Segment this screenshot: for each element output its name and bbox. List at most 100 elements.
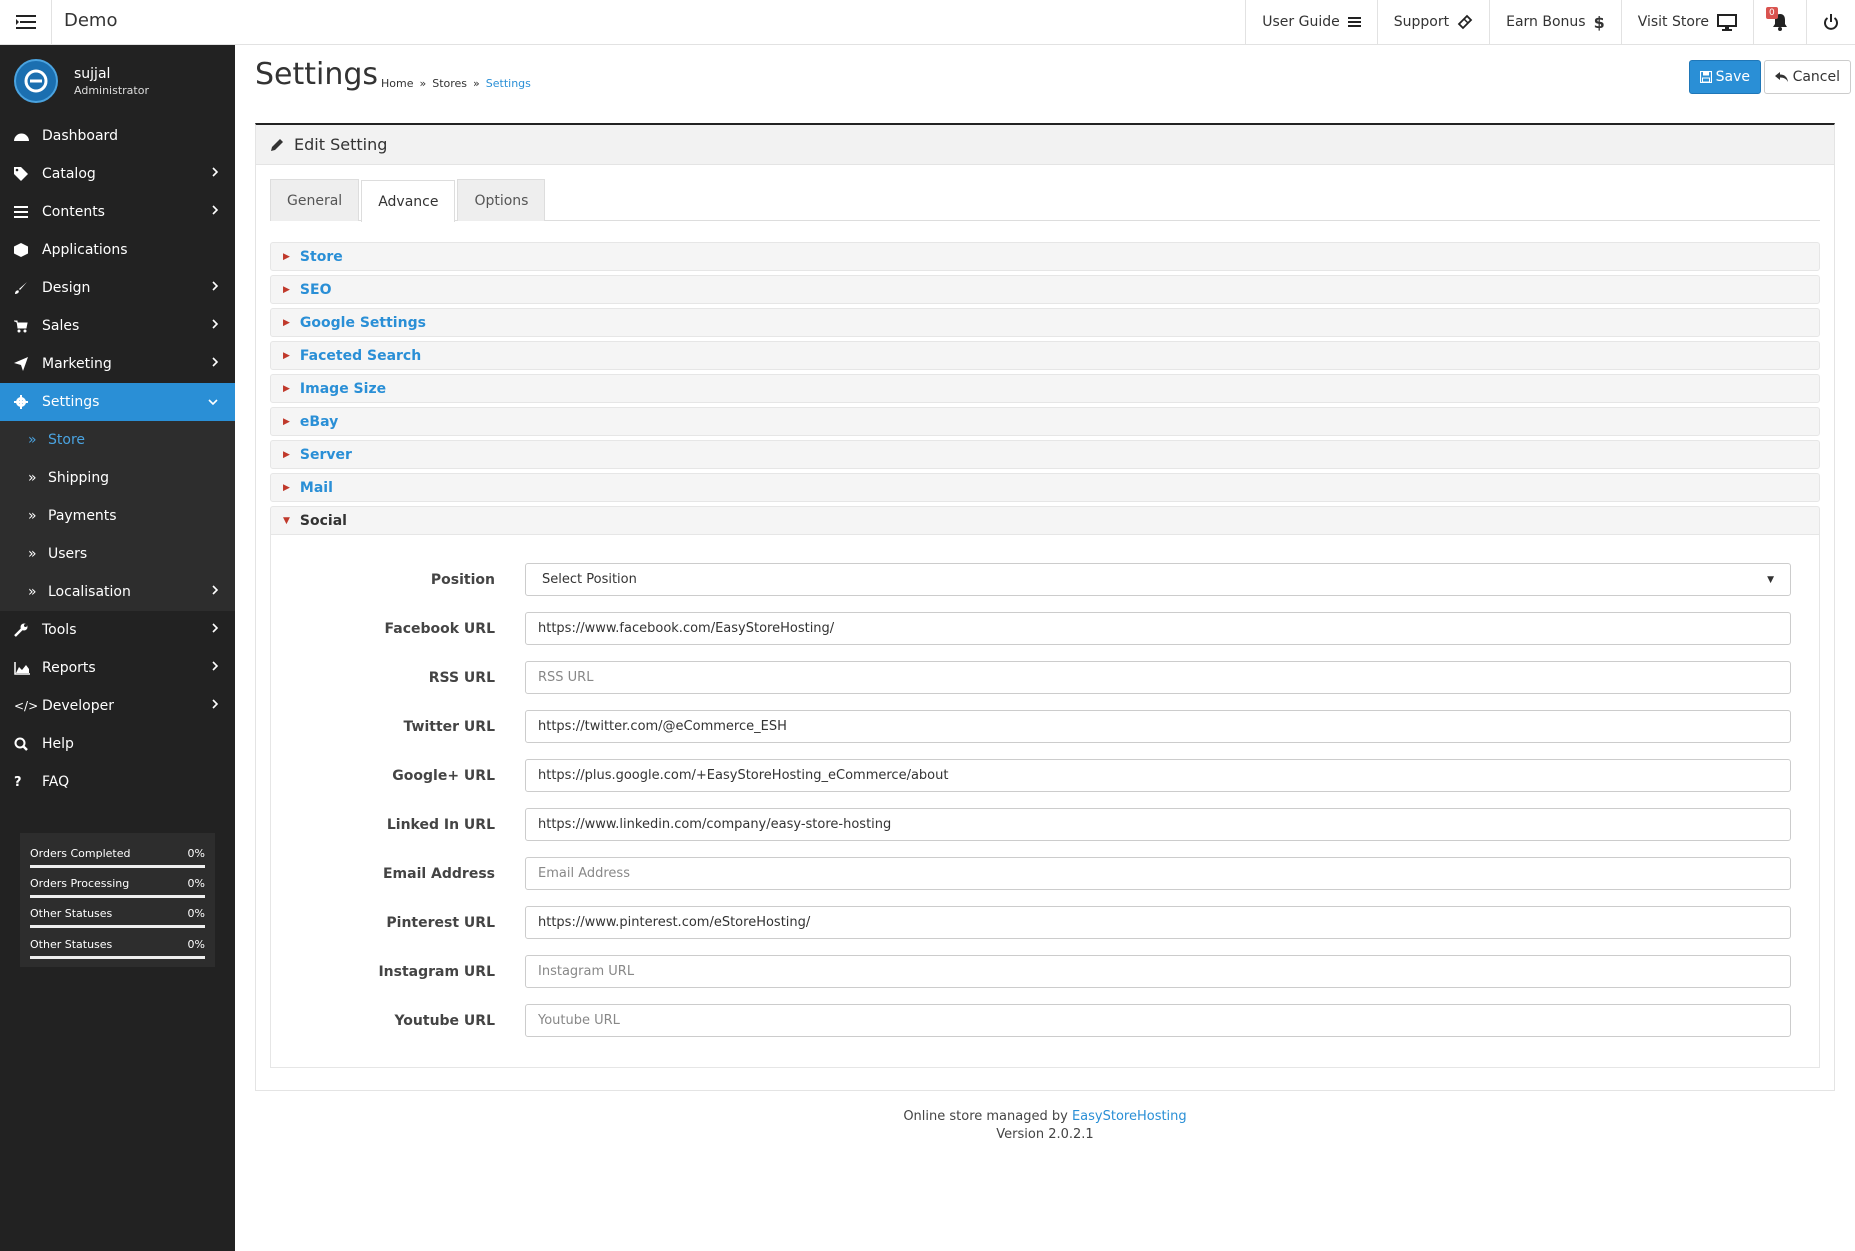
sidebar-subitem-shipping[interactable]: » Shipping — [0, 459, 235, 497]
rss-url-label: RSS URL — [428, 669, 495, 686]
visit-store-label: Visit Store — [1637, 14, 1709, 30]
caret-right-icon: ▶ — [283, 317, 290, 328]
pinterest-url-input[interactable] — [525, 906, 1791, 939]
app-title: Demo — [64, 10, 118, 31]
settings-submenu: » Store » Shipping » Payments » Users » … — [0, 421, 235, 611]
facebook-url-input[interactable] — [525, 612, 1791, 645]
sidebar-item-design[interactable]: Design — [0, 269, 235, 307]
sidebar-item-tools[interactable]: Tools — [0, 611, 235, 649]
page-header: Settings Home » Stores » Settings Save C… — [235, 45, 1855, 123]
user-guide-link[interactable]: User Guide — [1245, 0, 1376, 44]
stat-label: Orders Completed — [30, 847, 131, 860]
sidebar-subitem-payments[interactable]: » Payments — [0, 497, 235, 535]
sidebar-subitem-store[interactable]: » Store — [0, 421, 235, 459]
stat-orders-processing: Orders Processing 0% — [30, 871, 205, 898]
accordion-store[interactable]: ▶ Store — [270, 242, 1820, 271]
stat-value: 0% — [187, 877, 205, 890]
breadcrumb-settings[interactable]: Settings — [486, 77, 531, 90]
stat-label: Other Statuses — [30, 907, 113, 920]
sidebar-item-faq[interactable]: ? FAQ — [0, 763, 235, 801]
breadcrumb-stores[interactable]: Stores — [432, 77, 467, 90]
rss-url-input[interactable] — [525, 661, 1791, 694]
sidebar-item-applications[interactable]: Applications — [0, 231, 235, 269]
stat-value: 0% — [187, 939, 205, 951]
pencil-icon — [271, 138, 283, 151]
sidebar-item-settings[interactable]: Settings — [0, 383, 235, 421]
footer-link[interactable]: EasyStoreHosting — [1072, 1109, 1187, 1124]
notifications-button[interactable]: 0 — [1753, 0, 1806, 44]
sidebar-item-label: Reports — [42, 660, 96, 676]
accordion-ebay[interactable]: ▶ eBay — [270, 407, 1820, 436]
logout-button[interactable] — [1806, 0, 1855, 44]
sidebar-item-developer[interactable]: </> Developer — [0, 687, 235, 725]
sidebar-subitem-users[interactable]: » Users — [0, 535, 235, 573]
caret-right-icon: ▶ — [283, 251, 290, 262]
twitter-url-input[interactable] — [525, 710, 1791, 743]
accordion-google-settings[interactable]: ▶ Google Settings — [270, 308, 1820, 337]
accordion-seo[interactable]: ▶ SEO — [270, 275, 1820, 304]
instagram-url-input[interactable] — [525, 955, 1791, 988]
linkedin-url-input[interactable] — [525, 808, 1791, 841]
double-chevron-icon: » — [28, 584, 37, 600]
form-row-google-plus: Google+ URL — [271, 759, 1791, 792]
sidebar-item-contents[interactable]: Contents — [0, 193, 235, 231]
send-icon — [14, 357, 42, 371]
reply-icon — [1774, 72, 1788, 82]
sidebar-item-help[interactable]: Help — [0, 725, 235, 763]
tab-options[interactable]: Options — [457, 179, 546, 221]
google-plus-url-input[interactable] — [525, 759, 1791, 792]
sidebar-item-label: Catalog — [42, 166, 96, 182]
breadcrumb-home[interactable]: Home — [381, 77, 413, 90]
user-guide-label: User Guide — [1262, 14, 1340, 30]
caret-right-icon: ▶ — [283, 350, 290, 361]
chevron-right-icon — [212, 167, 219, 177]
accordion-label: Faceted Search — [299, 347, 422, 364]
cancel-button[interactable]: Cancel — [1763, 60, 1851, 94]
google-plus-url-label: Google+ URL — [392, 767, 495, 784]
wrench-icon — [14, 623, 42, 637]
twitter-url-label: Twitter URL — [403, 718, 495, 735]
social-settings-form: Position Select Position ▼ Facebook URL … — [270, 535, 1820, 1068]
sidebar-subitem-label: Shipping — [48, 470, 110, 486]
sidebar-item-marketing[interactable]: Marketing — [0, 345, 235, 383]
accordion-faceted-search[interactable]: ▶ Faceted Search — [270, 341, 1820, 370]
position-select[interactable]: Select Position ▼ — [525, 563, 1791, 596]
sidebar-subitem-label: Store — [48, 432, 86, 448]
accordion-image-size[interactable]: ▶ Image Size — [270, 374, 1820, 403]
menu-toggle-button[interactable] — [0, 0, 52, 44]
caret-down-icon: ▼ — [283, 515, 290, 526]
earn-bonus-link[interactable]: Earn Bonus $ — [1489, 0, 1621, 44]
youtube-url-label: Youtube URL — [394, 1012, 495, 1029]
form-row-rss: RSS URL — [271, 661, 1791, 694]
sidebar-item-label: Help — [42, 736, 74, 752]
tab-general[interactable]: General — [270, 179, 360, 221]
accordion-label: Mail — [299, 479, 333, 496]
stat-label: Other Statuses — [30, 939, 113, 951]
stat-other-statuses: Other Statuses 0% — [30, 901, 205, 928]
sidebar-item-label: Applications — [42, 242, 128, 258]
sidebar-item-catalog[interactable]: Catalog — [0, 155, 235, 193]
sidebar-item-sales[interactable]: Sales — [0, 307, 235, 345]
accordion-server[interactable]: ▶ Server — [270, 440, 1820, 469]
monitor-icon — [1717, 13, 1737, 31]
form-row-facebook: Facebook URL — [271, 612, 1791, 645]
power-icon — [1824, 14, 1838, 30]
notification-badge: 0 — [1766, 7, 1778, 19]
panel-body: General Advance Options ▶ Store ▶ SEO ▶ Goo… — [256, 165, 1834, 1068]
accordion-social[interactable]: ▼ Social — [270, 506, 1820, 535]
email-address-input[interactable] — [525, 857, 1791, 890]
youtube-url-input[interactable] — [525, 1004, 1791, 1037]
caret-right-icon: ▶ — [283, 482, 290, 493]
support-label: Support — [1393, 14, 1450, 30]
sidebar-item-dashboard[interactable]: Dashboard — [0, 117, 235, 155]
accordion-label: SEO — [299, 281, 332, 298]
visit-store-link[interactable]: Visit Store — [1620, 0, 1753, 44]
sidebar-subitem-localisation[interactable]: » Localisation — [0, 573, 235, 611]
tab-advance[interactable]: Advance — [361, 180, 456, 222]
accordion-mail[interactable]: ▶ Mail — [270, 473, 1820, 502]
stat-other-statuses-duplicate: Other Statuses 0% — [30, 939, 205, 959]
support-link[interactable]: Support — [1376, 0, 1489, 44]
double-chevron-icon: » — [28, 470, 37, 486]
sidebar-item-reports[interactable]: Reports — [0, 649, 235, 687]
save-button[interactable]: Save — [1688, 60, 1761, 94]
